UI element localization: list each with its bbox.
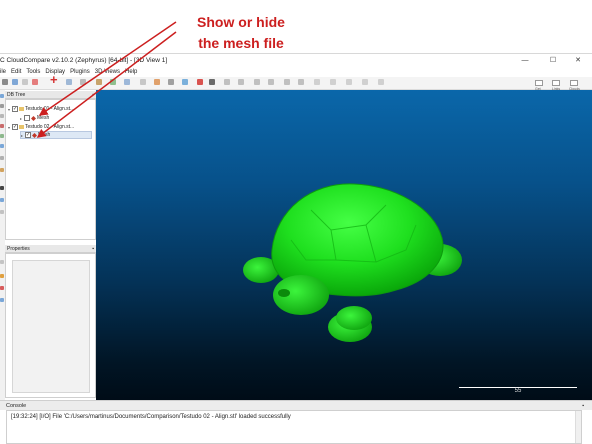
window-titlebar: C CloudCompare v2.10.2 (Zephyrus) [64-bi… bbox=[0, 53, 592, 67]
tree-item-mesh-02[interactable]: ▸ ✓ Mesh bbox=[20, 131, 92, 139]
console-title: Console bbox=[6, 403, 27, 409]
segment-icon[interactable] bbox=[96, 79, 102, 85]
close-panel-icon[interactable]: ▪ bbox=[92, 245, 94, 253]
tool-icon[interactable] bbox=[0, 274, 4, 278]
menu-plugins[interactable]: Plugins bbox=[70, 67, 90, 77]
close-panel-icon[interactable]: ▪ bbox=[92, 91, 94, 99]
tree-item-label: Mesh bbox=[38, 132, 51, 138]
scalar-field-icon[interactable] bbox=[154, 79, 160, 85]
point-picking-icon[interactable] bbox=[197, 79, 203, 85]
folder-icon bbox=[19, 125, 24, 129]
tool-icon[interactable] bbox=[0, 260, 4, 264]
page: Show or hide the mesh file C CloudCompar… bbox=[0, 0, 592, 444]
grid-icon[interactable] bbox=[209, 79, 215, 85]
visibility-checkbox[interactable]: ✓ bbox=[12, 124, 18, 130]
tree-item-testudo-02[interactable]: ▾ ✓ Testudo 02 - Align.st... bbox=[8, 123, 74, 131]
tree-item-label: Mesh bbox=[37, 115, 50, 121]
console-header: Console ▪ bbox=[0, 400, 592, 410]
properties-panel bbox=[5, 253, 96, 398]
camera-tool-icon[interactable] bbox=[66, 79, 72, 85]
maximize-button[interactable]: ☐ bbox=[542, 55, 564, 66]
console-message: [19:32:24] [I/O] File 'C:/Users/martinus… bbox=[11, 414, 291, 420]
normals-icon[interactable] bbox=[168, 79, 174, 85]
tool-icon[interactable] bbox=[0, 198, 4, 202]
db-tree-panel: ▾ ✓ Testudo 01 - Align.st... ▸ Mesh ▾ ✓ … bbox=[5, 99, 96, 240]
menu-bar: ile Edit Tools Display Plugins 3D Views … bbox=[0, 67, 592, 77]
sample-icon[interactable] bbox=[140, 79, 146, 85]
properties-header: Properties ▪ bbox=[5, 245, 96, 253]
pick-icon[interactable] bbox=[80, 79, 86, 85]
window-title: C CloudCompare v2.10.2 (Zephyrus) [64-bi… bbox=[0, 57, 168, 64]
close-panel-icon[interactable]: ▪ bbox=[582, 401, 584, 411]
console-scrollbar[interactable] bbox=[575, 411, 581, 443]
turtle-leg bbox=[336, 306, 372, 330]
properties-table bbox=[12, 260, 90, 393]
close-button[interactable]: ✕ bbox=[567, 55, 589, 66]
clone-icon[interactable] bbox=[22, 79, 28, 85]
console-panel: [19:32:24] [I/O] File 'C:/Users/martinus… bbox=[6, 410, 582, 444]
links-icon bbox=[552, 80, 561, 86]
tool-icon[interactable] bbox=[0, 210, 4, 214]
tree-item-label: Testudo 01 - Align.st... bbox=[25, 106, 75, 112]
view-bottom-icon[interactable] bbox=[268, 79, 274, 85]
perspective-icon[interactable] bbox=[330, 79, 336, 85]
lights-icon[interactable] bbox=[346, 79, 352, 85]
mesh-render bbox=[243, 183, 462, 342]
zoom-fit-icon[interactable] bbox=[314, 79, 320, 85]
tool-icon[interactable] bbox=[0, 156, 4, 160]
visibility-checkbox[interactable]: ✓ bbox=[12, 106, 18, 112]
align-icon[interactable] bbox=[124, 79, 130, 85]
shader-icon[interactable] bbox=[378, 79, 384, 85]
tool-icon[interactable] bbox=[0, 94, 4, 98]
tree-item-testudo-01[interactable]: ▾ ✓ Testudo 01 - Align.st... bbox=[8, 105, 74, 113]
filter-icon[interactable] bbox=[182, 79, 188, 85]
tool-icon[interactable] bbox=[0, 134, 4, 138]
view-top-icon[interactable] bbox=[254, 79, 260, 85]
camera-icon bbox=[535, 80, 543, 86]
visibility-checkbox[interactable]: ✓ bbox=[25, 132, 31, 138]
menu-3d-views[interactable]: 3D Views bbox=[95, 67, 120, 77]
visibility-checkbox[interactable] bbox=[24, 115, 30, 121]
main-toolbar bbox=[0, 77, 592, 90]
mesh-icon bbox=[32, 132, 37, 138]
tool-icon[interactable] bbox=[0, 124, 4, 128]
mesh-icon bbox=[31, 115, 36, 121]
menu-edit[interactable]: Edit bbox=[11, 67, 21, 77]
menu-file[interactable]: ile bbox=[0, 67, 6, 77]
tree-item-label: Testudo 02 - Align.st... bbox=[25, 124, 75, 130]
annotation-line-2: the mesh file bbox=[198, 35, 284, 51]
view-back-icon[interactable] bbox=[238, 79, 244, 85]
save-icon[interactable] bbox=[12, 79, 18, 85]
tool-icon[interactable] bbox=[0, 286, 4, 290]
tool-icon[interactable] bbox=[0, 104, 4, 108]
menu-help[interactable]: Help bbox=[125, 67, 137, 77]
db-tree-header: DB Tree ▪ bbox=[5, 91, 96, 99]
menu-tools[interactable]: Tools bbox=[26, 67, 40, 77]
tool-icon[interactable] bbox=[0, 114, 4, 118]
translate-icon[interactable] bbox=[110, 79, 116, 85]
tool-icon[interactable] bbox=[0, 186, 4, 190]
scale-bar: 55 bbox=[459, 387, 577, 395]
properties-title: Properties bbox=[7, 246, 30, 252]
view-left-icon[interactable] bbox=[284, 79, 290, 85]
clouds-icon bbox=[570, 80, 579, 86]
tool-icon[interactable] bbox=[0, 144, 4, 148]
tool-icon[interactable] bbox=[0, 298, 4, 302]
minimize-button[interactable]: — bbox=[514, 55, 536, 66]
scale-label: 55 bbox=[514, 388, 522, 394]
add-icon[interactable]: + bbox=[50, 73, 58, 86]
turtle-eye bbox=[278, 289, 290, 297]
delete-icon[interactable] bbox=[32, 79, 38, 85]
db-tree-title: DB Tree bbox=[7, 92, 26, 98]
3d-view[interactable]: 55 bbox=[96, 90, 592, 400]
annotation-line-1: Show or hide bbox=[197, 14, 285, 30]
pivot-icon[interactable] bbox=[362, 79, 368, 85]
view-front-icon[interactable] bbox=[224, 79, 230, 85]
view-right-icon[interactable] bbox=[298, 79, 304, 85]
folder-icon bbox=[19, 107, 24, 111]
annotation-callout: Show or hide the mesh file bbox=[176, 12, 306, 54]
tool-icon[interactable] bbox=[0, 168, 4, 172]
open-icon[interactable] bbox=[2, 79, 8, 85]
tree-item-mesh-01[interactable]: ▸ Mesh bbox=[20, 114, 49, 122]
